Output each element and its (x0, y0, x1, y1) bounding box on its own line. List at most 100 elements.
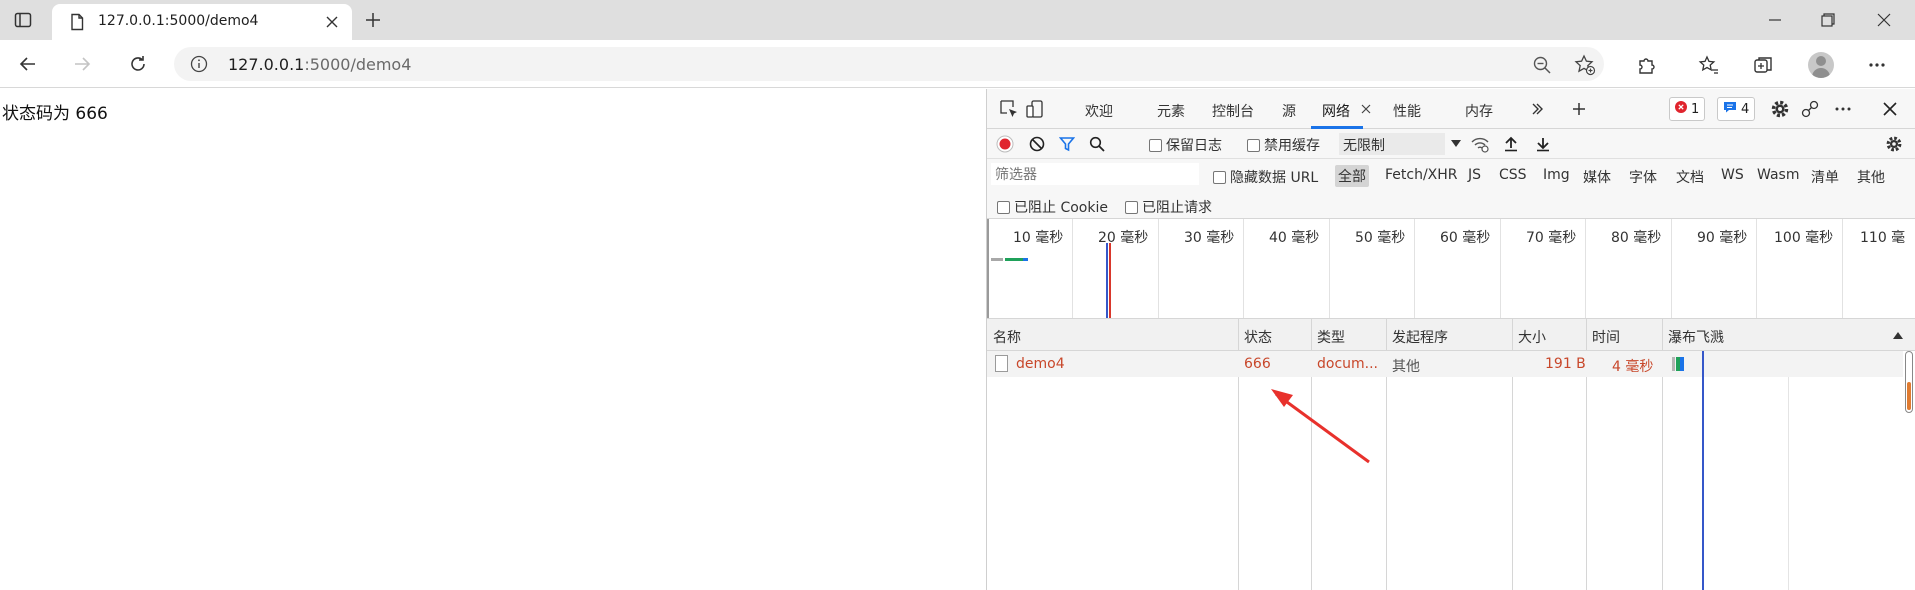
filter-icon[interactable] (1057, 134, 1077, 154)
forward-button[interactable] (64, 50, 100, 78)
column-name[interactable]: 名称 (993, 327, 1021, 347)
favorites-icon[interactable] (1694, 50, 1724, 80)
load-event-line (1109, 243, 1111, 318)
extensions-icon[interactable] (1632, 50, 1662, 80)
disable-cache-box[interactable] (1247, 138, 1260, 152)
profile-avatar[interactable] (1808, 52, 1834, 78)
device-toolbar-icon[interactable] (1023, 97, 1047, 121)
blocked-cookies-label: 已阻止 Cookie (1014, 200, 1108, 216)
filter-type-doc[interactable]: 文档 (1676, 167, 1704, 187)
network-settings-icon[interactable] (1883, 134, 1905, 154)
filter-type-media[interactable]: 媒体 (1583, 167, 1611, 187)
search-icon[interactable] (1087, 134, 1107, 154)
hide-data-urls-label: 隐藏数据 URL (1230, 170, 1319, 186)
filter-type-css[interactable]: CSS (1499, 167, 1527, 183)
add-favorite-icon[interactable] (1574, 54, 1596, 76)
waterfall-queue-bar (1672, 357, 1675, 371)
message-count-badge[interactable]: 4 (1717, 97, 1756, 121)
filter-type-font[interactable]: 字体 (1629, 167, 1657, 187)
throttling-select[interactable]: 无限制 (1339, 133, 1445, 155)
tab-welcome[interactable]: 欢迎 (1085, 101, 1113, 121)
tab-performance[interactable]: 性能 (1393, 101, 1421, 121)
blocked-requests-box[interactable] (1125, 200, 1138, 214)
filter-type-ws[interactable]: WS (1721, 167, 1744, 183)
error-count-badge[interactable]: 1 (1669, 97, 1706, 121)
throttling-dropdown-icon[interactable] (1449, 137, 1463, 151)
address-bar[interactable]: 127.0.0.1:5000/demo4 (174, 47, 1604, 81)
column-initiator[interactable]: 发起程序 (1392, 327, 1448, 347)
disable-cache-checkbox[interactable]: 禁用缓存 (1247, 135, 1320, 155)
record-icon[interactable] (995, 134, 1015, 154)
overview-tick-label: 30 毫秒 (1184, 230, 1235, 246)
filter-type-all[interactable]: 全部 (1335, 165, 1369, 187)
request-name[interactable]: demo4 (1016, 356, 1065, 372)
column-waterfall[interactable]: 瀑布飞溅 (1668, 327, 1724, 347)
add-tool-icon[interactable] (1569, 99, 1589, 119)
restore-button[interactable] (1800, 0, 1856, 40)
tab-memory[interactable]: 内存 (1465, 101, 1493, 121)
sort-ascending-icon[interactable] (1892, 329, 1904, 341)
network-conditions-icon[interactable] (1469, 134, 1491, 154)
column-type[interactable]: 类型 (1317, 327, 1345, 347)
tab-console[interactable]: 控制台 (1212, 101, 1254, 121)
request-table-header: 名称 状态 类型 发起程序 大小 时间 瀑布飞溅 (987, 319, 1915, 351)
export-har-icon[interactable] (1533, 134, 1553, 154)
tab-network[interactable]: 网络 (1322, 101, 1350, 121)
waterfall-grid-line (1788, 351, 1789, 590)
preserve-log-box[interactable] (1149, 138, 1162, 152)
filter-type-fetch-xhr[interactable]: Fetch/XHR (1385, 167, 1458, 183)
inspect-element-icon[interactable] (997, 97, 1021, 121)
filter-type-other[interactable]: 其他 (1857, 167, 1885, 187)
connect-device-icon[interactable] (1799, 98, 1821, 120)
blocked-requests-checkbox[interactable]: 已阻止请求 (1125, 197, 1212, 217)
import-har-icon[interactable] (1501, 134, 1521, 154)
url-text[interactable]: 127.0.0.1:5000/demo4 (228, 55, 411, 74)
filter-type-img[interactable]: Img (1543, 167, 1570, 183)
column-size[interactable]: 大小 (1518, 327, 1546, 347)
more-menu-icon[interactable] (1862, 50, 1892, 80)
column-time[interactable]: 时间 (1592, 327, 1620, 347)
close-network-tab-icon[interactable] (1359, 102, 1373, 116)
overview-tick-label: 90 毫秒 (1697, 230, 1748, 246)
hide-data-urls-checkbox[interactable]: 隐藏数据 URL (1213, 167, 1318, 187)
more-tabs-chevron-icon[interactable] (1527, 99, 1547, 119)
tab-sources[interactable]: 源 (1282, 101, 1296, 121)
collections-icon[interactable] (1748, 50, 1778, 80)
network-overview[interactable]: 10 毫秒 20 毫秒 30 毫秒 40 毫秒 50 毫秒 60 毫秒 70 毫… (987, 219, 1915, 319)
filter-type-manifest[interactable]: 清单 (1811, 167, 1839, 187)
close-window-button[interactable] (1856, 0, 1912, 40)
refresh-button[interactable] (120, 50, 156, 78)
error-count: 1 (1691, 101, 1700, 117)
preserve-log-checkbox[interactable]: 保留日志 (1149, 135, 1222, 155)
hide-data-urls-box[interactable] (1213, 170, 1226, 184)
filter-type-js[interactable]: JS (1468, 167, 1481, 183)
table-scrollbar[interactable] (1905, 351, 1913, 413)
minimize-button[interactable] (1747, 0, 1803, 40)
new-tab-button[interactable] (358, 6, 388, 34)
blocked-cookies-checkbox[interactable]: 已阻止 Cookie (997, 197, 1108, 217)
devtools-more-icon[interactable] (1832, 98, 1854, 120)
browser-tab[interactable]: 127.0.0.1:5000/demo4 (52, 4, 352, 40)
back-button[interactable] (10, 50, 46, 78)
filter-type-wasm[interactable]: Wasm (1757, 167, 1799, 183)
close-tab-icon[interactable] (322, 12, 342, 32)
blocked-cookies-box[interactable] (997, 200, 1010, 214)
filter-input[interactable] (991, 163, 1199, 185)
column-status[interactable]: 状态 (1244, 327, 1272, 347)
overview-grid-line (1329, 219, 1330, 318)
zoom-out-icon[interactable] (1531, 54, 1553, 76)
tab-actions-icon[interactable] (8, 6, 38, 34)
settings-gear-icon[interactable] (1769, 98, 1791, 120)
overview-download-bar (1005, 258, 1023, 261)
table-row[interactable]: demo4 666 docum... 其他 191 B 4 毫秒 (987, 351, 1903, 377)
page-content: 状态码为 666 (0, 89, 986, 590)
overview-tick-label: 50 毫秒 (1355, 230, 1406, 246)
request-initiator: 其他 (1392, 359, 1420, 375)
close-devtools-icon[interactable] (1880, 99, 1900, 119)
message-count: 4 (1741, 101, 1750, 117)
overview-tick-label: 10 毫秒 (1013, 230, 1064, 246)
tab-elements[interactable]: 元素 (1157, 101, 1185, 121)
clear-icon[interactable] (1027, 134, 1047, 154)
request-size: 191 B (1545, 356, 1586, 372)
site-info-icon[interactable] (190, 55, 208, 73)
